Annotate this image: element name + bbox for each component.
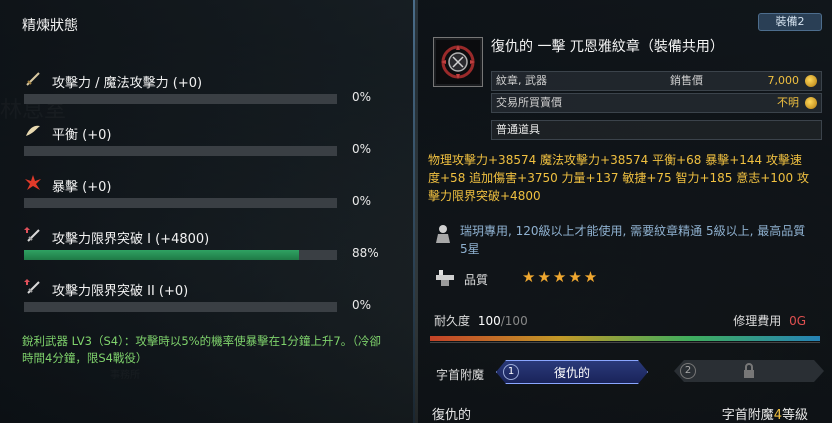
- stat-limit-break-1: 攻擊力限界突破 I (+4800) 88%: [22, 224, 382, 268]
- durability-row: 耐久度 100/100 修理費用 0G: [434, 312, 814, 329]
- stat-label: 攻擊力 / 魔法攻擊力 (+0): [52, 76, 203, 91]
- progress-bar: [24, 302, 337, 312]
- market-price-label: 交易所買賣價: [496, 96, 562, 109]
- sword-icon: [26, 72, 40, 86]
- sale-price-label: 銷售價: [670, 74, 703, 87]
- stat-attack: 攻擊力 / 魔法攻擊力 (+0) 0%: [22, 68, 382, 112]
- durability-label: 耐久度: [434, 314, 471, 328]
- info-row-sale-price: 紋章, 武器 銷售價 7,000: [491, 71, 822, 91]
- stat-label: 攻擊力限界突破 II (+0): [52, 284, 189, 299]
- quality-label: 品質: [464, 273, 489, 287]
- stat-label: 攻擊力限界突破 I (+4800): [52, 232, 210, 247]
- enchant-level-suffix: 等級: [781, 408, 808, 423]
- enchant-label: 字首附魔: [436, 368, 485, 382]
- enchant-slot-1[interactable]: 1 復仇的: [496, 360, 648, 384]
- gold-coin-icon: [805, 75, 817, 87]
- repair-label: 修理費用: [733, 314, 782, 328]
- equipment-slot-tab[interactable]: 裝備2: [758, 13, 822, 31]
- percent-text: 0%: [352, 194, 372, 208]
- durability-max: /100: [500, 314, 528, 328]
- progress-bar: [24, 94, 337, 104]
- stat-critical: 暴擊 (+0) 0%: [22, 172, 382, 216]
- stat-balance: 平衡 (+0) 0%: [22, 120, 382, 164]
- enchant-slot-2[interactable]: 2: [674, 360, 824, 382]
- item-name: 復仇的 一擊 兀恩雅紋章（裝備共用）: [491, 39, 724, 55]
- character-icon: [436, 225, 450, 243]
- stat-limit-break-2: 攻擊力限界突破 II (+0) 0%: [22, 276, 382, 320]
- enchant-level-number: 4: [773, 408, 782, 423]
- burst-icon: [25, 175, 41, 190]
- durability-bar: [430, 336, 820, 341]
- quality-row: 品質 ★★★★★: [434, 268, 814, 288]
- anvil-icon: [436, 270, 454, 286]
- refine-status-panel: 精煉狀態 攻擊力 / 魔法攻擊力 (+0) 0% 平衡 (+0) 0% 暴擊 (…: [0, 0, 414, 423]
- item-stats-text: 物理攻擊力+38574 魔法攻擊力+38574 平衡+68 暴擊+144 攻擊速…: [428, 153, 810, 203]
- panel-title: 精煉狀態: [22, 18, 78, 34]
- item-grade: 普通道具: [496, 123, 540, 136]
- percent-text: 88%: [352, 246, 379, 260]
- quality-stars: ★★★★★: [522, 268, 600, 286]
- sword-up-icon: [24, 227, 40, 242]
- weapon-effect-description: 銳利武器 LV3（S4）：攻擊時以5%的機率使暴擊在1分鐘上升7。（冷卻時間4分…: [22, 334, 381, 365]
- market-price-value: 不明: [777, 96, 799, 109]
- repair-value: 0G: [789, 314, 806, 328]
- emblem-icon: [441, 45, 475, 79]
- enchant-name: 復仇的: [553, 366, 590, 380]
- panel-divider: [413, 0, 415, 423]
- emblem-item-icon: [433, 37, 483, 87]
- progress-bar: [24, 146, 337, 156]
- sale-price-value: 7,000: [767, 74, 800, 87]
- stat-label: 平衡 (+0): [52, 128, 112, 143]
- requirements-text: 瑞玥專用, 120級以上才能使用, 需要紋章精通 5級以上, 最高品質5星: [460, 224, 806, 256]
- durability-current: 100: [477, 314, 501, 328]
- percent-text: 0%: [352, 298, 372, 312]
- stat-label: 暴擊 (+0): [52, 180, 112, 195]
- lock-icon: [742, 363, 756, 379]
- percent-text: 0%: [352, 142, 372, 156]
- info-row-market-price: 交易所買賣價 不明: [491, 93, 822, 113]
- enchant-footer-name: 復仇的: [432, 408, 472, 423]
- wing-icon: [26, 125, 40, 136]
- enchant-footer-level: 字首附魔4等級: [722, 404, 808, 423]
- progress-bar: [24, 250, 337, 260]
- item-type: 紋章, 武器: [496, 74, 547, 87]
- progress-bar: [24, 198, 337, 208]
- percent-text: 0%: [352, 90, 372, 104]
- prefix-enchant-row: 字首附魔 1 復仇的 2: [434, 360, 824, 384]
- sword-up-icon: [24, 279, 40, 294]
- gold-coin-icon: [805, 97, 817, 109]
- item-grade-row: 普通道具: [491, 120, 822, 140]
- durability-track: [430, 342, 820, 343]
- enchant-level-prefix: 字首附魔: [721, 408, 774, 423]
- slot-number: 2: [680, 363, 696, 379]
